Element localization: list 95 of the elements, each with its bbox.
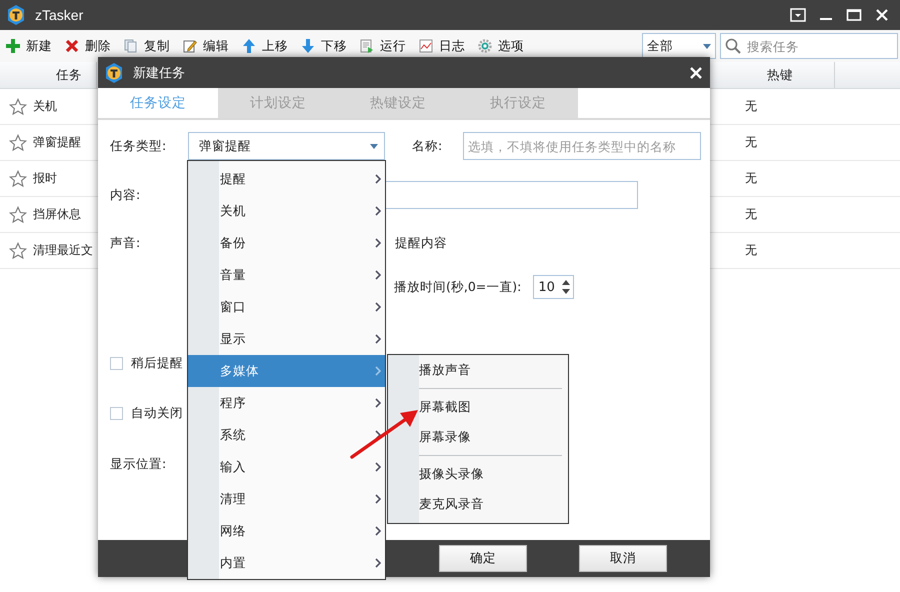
duration-spinner[interactable]: 10 bbox=[533, 275, 574, 299]
option-text: 提醒内容 bbox=[395, 234, 447, 252]
window-title: zTasker bbox=[35, 7, 84, 23]
chevron-icon bbox=[375, 334, 381, 344]
chart-icon bbox=[419, 39, 433, 53]
ok-button[interactable]: 确定 bbox=[439, 545, 527, 572]
menu-item[interactable]: 提醒 bbox=[188, 163, 385, 195]
remind-later-checkbox[interactable]: 稍后提醒 bbox=[110, 354, 183, 372]
cancel-button[interactable]: 取消 bbox=[579, 545, 667, 572]
maximize-icon[interactable] bbox=[846, 7, 862, 23]
up-arrow-icon bbox=[242, 39, 256, 53]
chevron-icon bbox=[375, 494, 381, 504]
hotkey-cell-text: 无 bbox=[744, 206, 757, 223]
arrow-annotation bbox=[350, 410, 418, 459]
task-name: 报时 bbox=[33, 170, 57, 187]
chevron-icon bbox=[375, 270, 381, 280]
star-icon[interactable] bbox=[9, 98, 27, 116]
menu-item[interactable]: 音量 bbox=[188, 259, 385, 291]
menu-item[interactable]: 多媒体 bbox=[188, 355, 385, 387]
hotkey-cell-text: 无 bbox=[744, 170, 757, 187]
menu-item[interactable]: 系统 bbox=[188, 419, 385, 451]
close-icon[interactable] bbox=[874, 7, 890, 23]
toolbar-button[interactable]: 编辑 bbox=[183, 38, 229, 54]
menu-item[interactable]: 输入 bbox=[188, 451, 385, 483]
star-icon[interactable] bbox=[9, 134, 27, 152]
pencil-icon bbox=[183, 39, 197, 53]
dropdown-window-icon[interactable] bbox=[790, 7, 806, 23]
hotkey-cell-text: 无 bbox=[744, 98, 757, 115]
name-field[interactable]: 选填，不填将使用任务类型中的名称 bbox=[463, 132, 701, 160]
column-header[interactable]: 任务 bbox=[0, 62, 97, 88]
filter-dropdown[interactable]: 全部 bbox=[642, 33, 716, 59]
app-logo bbox=[5, 4, 27, 26]
auto-close-checkbox[interactable]: 自动关闭 bbox=[110, 404, 183, 422]
menu-item[interactable]: 窗口 bbox=[188, 291, 385, 323]
chevron-icon bbox=[375, 238, 381, 248]
chevron-icon bbox=[375, 366, 381, 376]
plus-icon bbox=[6, 39, 20, 53]
chevron-icon bbox=[375, 558, 381, 568]
menu-item[interactable]: 播放声音 bbox=[388, 355, 568, 385]
task-type-dropdown[interactable]: 弹窗提醒 bbox=[188, 132, 385, 160]
spinner-arrows-icon bbox=[561, 278, 572, 296]
chevron-icon bbox=[375, 398, 381, 408]
field-label: 声音: bbox=[110, 234, 142, 252]
document-play-icon bbox=[360, 39, 374, 53]
menu-item[interactable]: 摄像头录像 bbox=[388, 459, 568, 489]
menu-item[interactable]: 清理 bbox=[188, 483, 385, 515]
chevron-icon bbox=[375, 302, 381, 312]
toolbar-button[interactable]: 下移 bbox=[301, 38, 347, 54]
column-header[interactable]: 热键 bbox=[726, 62, 835, 88]
menu-item[interactable]: 显示 bbox=[188, 323, 385, 355]
field-label: 显示位置: bbox=[110, 456, 168, 472]
field-label: 名称: bbox=[412, 138, 444, 154]
task-name: 关机 bbox=[33, 98, 57, 115]
chevron-icon bbox=[375, 462, 381, 472]
toolbar-button[interactable]: 日志 bbox=[419, 38, 465, 54]
dialog-title: 新建任务 bbox=[133, 64, 185, 82]
menu-item[interactable]: 麦克风录音 bbox=[388, 489, 568, 519]
menu-item[interactable]: 网络 bbox=[188, 515, 385, 547]
field-label: 内容: bbox=[110, 186, 142, 204]
toolbar-button[interactable]: 上移 bbox=[242, 38, 288, 54]
menu-item[interactable]: 程序 bbox=[188, 387, 385, 419]
menu-item[interactable]: 关机 bbox=[188, 195, 385, 227]
field-label: 任务类型: bbox=[110, 138, 168, 154]
toolbar-button[interactable]: 运行 bbox=[360, 38, 406, 54]
menu-item[interactable]: 备份 bbox=[188, 227, 385, 259]
dialog-logo bbox=[103, 62, 125, 84]
chevron-icon bbox=[375, 526, 381, 536]
search-field[interactable]: 搜索任务 bbox=[720, 33, 898, 59]
star-icon[interactable] bbox=[9, 170, 27, 188]
task-name: 弹窗提醒 bbox=[33, 134, 81, 151]
gear-icon bbox=[478, 39, 492, 53]
toolbar-button[interactable]: 新建 bbox=[6, 38, 52, 54]
chevron-icon bbox=[375, 174, 381, 184]
copy-icon bbox=[124, 39, 138, 53]
close-icon[interactable] bbox=[690, 66, 702, 78]
hotkey-cell-text: 无 bbox=[744, 134, 757, 151]
star-icon[interactable] bbox=[9, 242, 27, 260]
field-label: 播放时间(秒,0=一直): bbox=[394, 278, 522, 296]
menu-item[interactable]: 屏幕录像 bbox=[388, 422, 568, 452]
caret-icon bbox=[703, 44, 711, 48]
menu-item[interactable]: 屏幕截图 bbox=[388, 392, 568, 422]
chevron-icon bbox=[375, 430, 381, 440]
cross-icon bbox=[65, 39, 79, 53]
toolbar-button[interactable]: 删除 bbox=[65, 38, 111, 54]
caret-icon bbox=[370, 144, 378, 148]
menu-item[interactable]: 内置 bbox=[188, 547, 385, 579]
down-arrow-icon bbox=[301, 39, 315, 53]
toolbar-button[interactable]: 复制 bbox=[124, 38, 170, 54]
star-icon[interactable] bbox=[9, 206, 27, 224]
chevron-icon bbox=[375, 206, 381, 216]
task-name: 挡屏休息 bbox=[33, 206, 81, 223]
search-icon bbox=[725, 38, 741, 54]
toolbar-button[interactable]: 选项 bbox=[478, 38, 524, 54]
task-name: 清理最近文 bbox=[33, 242, 93, 259]
hotkey-cell-text: 无 bbox=[744, 242, 757, 259]
